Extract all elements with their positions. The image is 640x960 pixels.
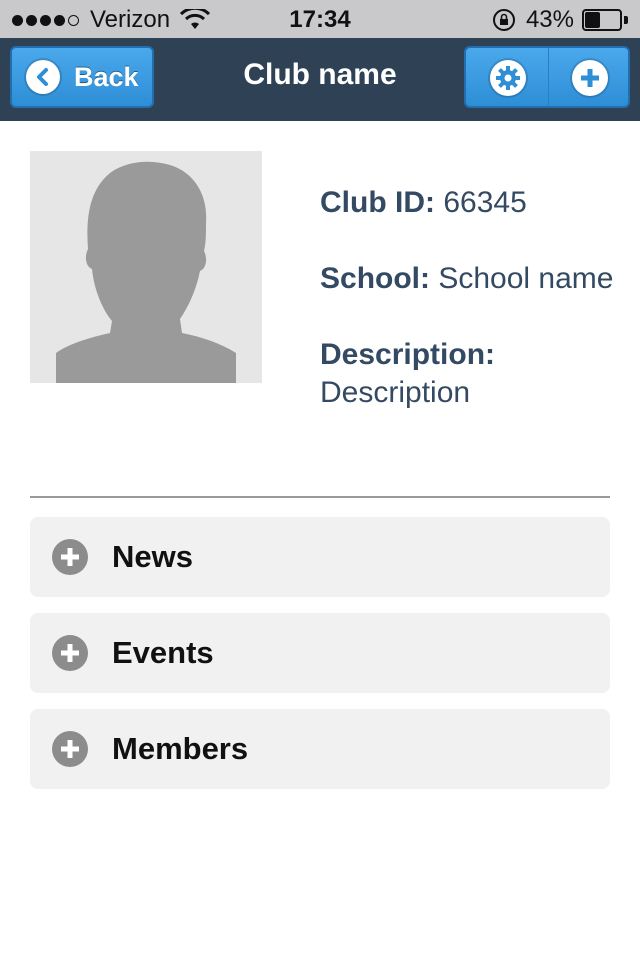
navigation-bar: Back Club name [0,38,640,121]
plus-icon [581,69,599,87]
plus-circle-icon [52,731,88,767]
description-value: Description [320,376,471,409]
rotation-lock-icon [492,9,515,31]
members-section-label: Members [112,731,249,766]
gear-icon [496,66,520,90]
description-row: Description: Description [320,336,630,412]
school-row: School: School name [320,260,630,298]
back-button[interactable]: Back [10,46,154,108]
plus-circle-icon [52,539,88,575]
plus-circle-icon [52,635,88,671]
battery-icon [582,9,628,31]
status-bar: Verizon 17:34 43% [0,0,640,38]
section-divider [30,496,610,498]
school-value: School name [438,262,614,295]
club-id-row: Club ID: 66345 [320,184,630,222]
description-label: Description: [320,338,496,371]
news-section-label: News [112,539,193,574]
add-button[interactable] [572,60,608,96]
events-section[interactable]: Events [30,613,610,693]
club-avatar [30,151,262,383]
action-divider [548,48,549,106]
battery-fill [585,12,600,28]
status-right: 43% [492,6,628,34]
settings-button[interactable] [490,60,526,96]
club-id-label: Club ID: [320,186,435,219]
club-info: Club ID: 66345 School: School name Descr… [320,184,630,450]
nav-action-group [464,46,630,108]
back-button-label: Back [74,61,139,92]
school-label: School: [320,262,430,295]
page-title: Club name [243,58,397,91]
news-section[interactable]: News [30,517,610,597]
person-silhouette-icon [56,161,236,383]
members-section[interactable]: Members [30,709,610,789]
battery-percentage: 43% [525,6,574,33]
events-section-label: Events [112,635,214,670]
chevron-left-icon [26,60,60,94]
club-id-value: 66345 [443,186,527,219]
